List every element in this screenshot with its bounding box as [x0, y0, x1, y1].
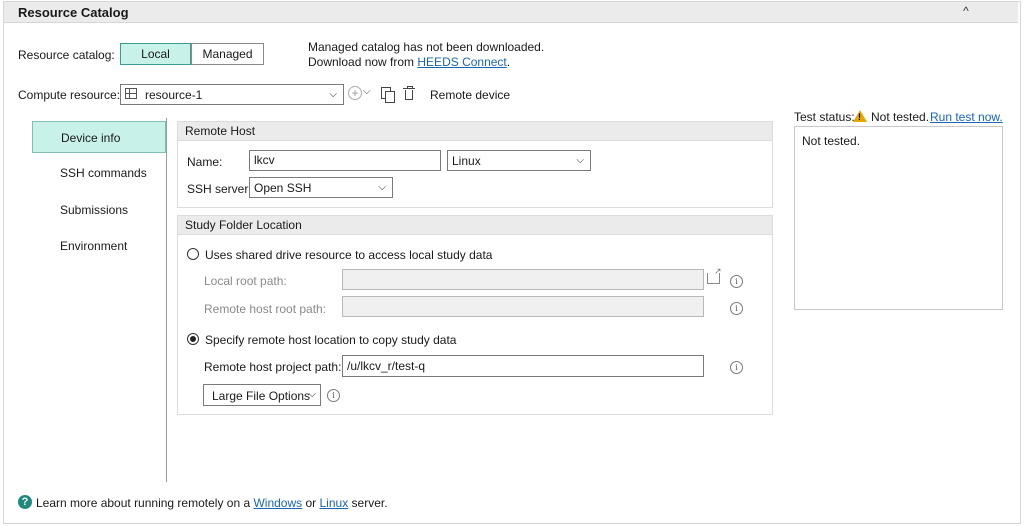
remote-root-path-label: Remote host root path: [204, 302, 327, 316]
remote-location-option-label: Specify remote host location to copy stu… [205, 333, 457, 347]
nav-submissions[interactable]: Submissions [32, 194, 166, 226]
footer-suffix: server. [348, 496, 388, 510]
add-icon[interactable]: + [348, 86, 362, 100]
delete-icon[interactable] [403, 86, 415, 101]
os-value: Linux [452, 154, 481, 168]
nav-device-info[interactable]: Device info [32, 121, 166, 153]
remote-host-header: Remote Host [178, 122, 772, 141]
nav-divider [166, 118, 167, 482]
footer-help-text: Learn more about running remotely on a W… [36, 496, 388, 510]
chevron-down-icon[interactable]: ⌵ [363, 86, 371, 97]
remote-device-label: Remote device [430, 88, 511, 102]
study-folder-header: Study Folder Location [178, 216, 772, 235]
local-root-info-icon[interactable]: i [730, 275, 743, 288]
resource-catalog-label: Resource catalog: [18, 48, 115, 62]
windows-link[interactable]: Windows [253, 496, 302, 510]
nav-environment[interactable]: Environment [32, 230, 166, 262]
collapse-icon[interactable]: ^ [958, 4, 974, 18]
test-status-label: Test status: [794, 110, 855, 124]
remote-root-path-input[interactable] [342, 296, 704, 317]
test-output-box: Not tested. [794, 126, 1003, 310]
remote-root-info-icon[interactable]: i [730, 302, 743, 315]
catalog-notice-suffix: . [506, 55, 511, 69]
large-file-info-icon[interactable]: i [327, 389, 340, 402]
local-catalog-button[interactable]: Local [120, 43, 191, 65]
ssh-server-select[interactable]: Open SSH ⌵ [249, 177, 393, 198]
shared-drive-option-label: Uses shared drive resource to access loc… [205, 248, 493, 262]
panel-header [4, 2, 1018, 23]
catalog-notice-prefix: Download now from [308, 55, 418, 69]
ssh-server-label: SSH server: [187, 182, 252, 196]
table-icon [125, 88, 137, 99]
panel-title: Resource Catalog [18, 5, 129, 20]
large-file-options-dropdown[interactable]: Large File Options ⌵ [203, 384, 321, 406]
name-label: Name: [187, 155, 223, 169]
shared-drive-radio[interactable] [187, 248, 199, 260]
remote-location-radio[interactable] [187, 333, 199, 345]
browse-folder-icon[interactable]: ↗ [707, 267, 722, 284]
heeds-connect-link[interactable]: HEEDS Connect [417, 55, 506, 69]
chevron-down-icon: ⌵ [576, 155, 584, 166]
footer-prefix: Learn more about running remotely on a [36, 496, 254, 510]
chevron-down-icon: ⌵ [329, 89, 337, 100]
local-root-path-input[interactable] [342, 269, 704, 290]
ssh-server-value: Open SSH [254, 181, 312, 195]
host-name-input[interactable]: lkcv [249, 150, 441, 171]
chevron-down-icon: ⌵ [308, 389, 316, 400]
local-root-path-label: Local root path: [204, 274, 287, 288]
run-test-link[interactable]: Run test now. [930, 110, 1003, 124]
large-file-options-label: Large File Options [212, 389, 311, 403]
help-icon: ? [18, 495, 32, 509]
compute-resource-label: Compute resource: [18, 88, 121, 102]
project-path-info-icon[interactable]: i [730, 361, 743, 374]
project-path-label: Remote host project path: [204, 360, 342, 374]
os-select[interactable]: Linux ⌵ [447, 150, 591, 171]
managed-catalog-button[interactable]: Managed [191, 43, 264, 65]
footer-or: or [302, 496, 320, 510]
warning-icon-mark: ! [858, 112, 861, 122]
nav-ssh-commands[interactable]: SSH commands [32, 157, 166, 189]
test-status-value: Not tested. [871, 110, 930, 124]
catalog-notice-line2: Download now from HEEDS Connect. [308, 55, 510, 69]
linux-link[interactable]: Linux [320, 496, 349, 510]
chevron-down-icon: ⌵ [378, 182, 386, 193]
compute-resource-value: resource-1 [145, 88, 203, 102]
catalog-notice-line1: Managed catalog has not been downloaded. [308, 40, 545, 54]
copy-icon-front [385, 91, 395, 103]
project-path-input[interactable]: /u/lkcv_r/test-q [342, 355, 704, 377]
test-output-text: Not tested. [802, 134, 861, 148]
